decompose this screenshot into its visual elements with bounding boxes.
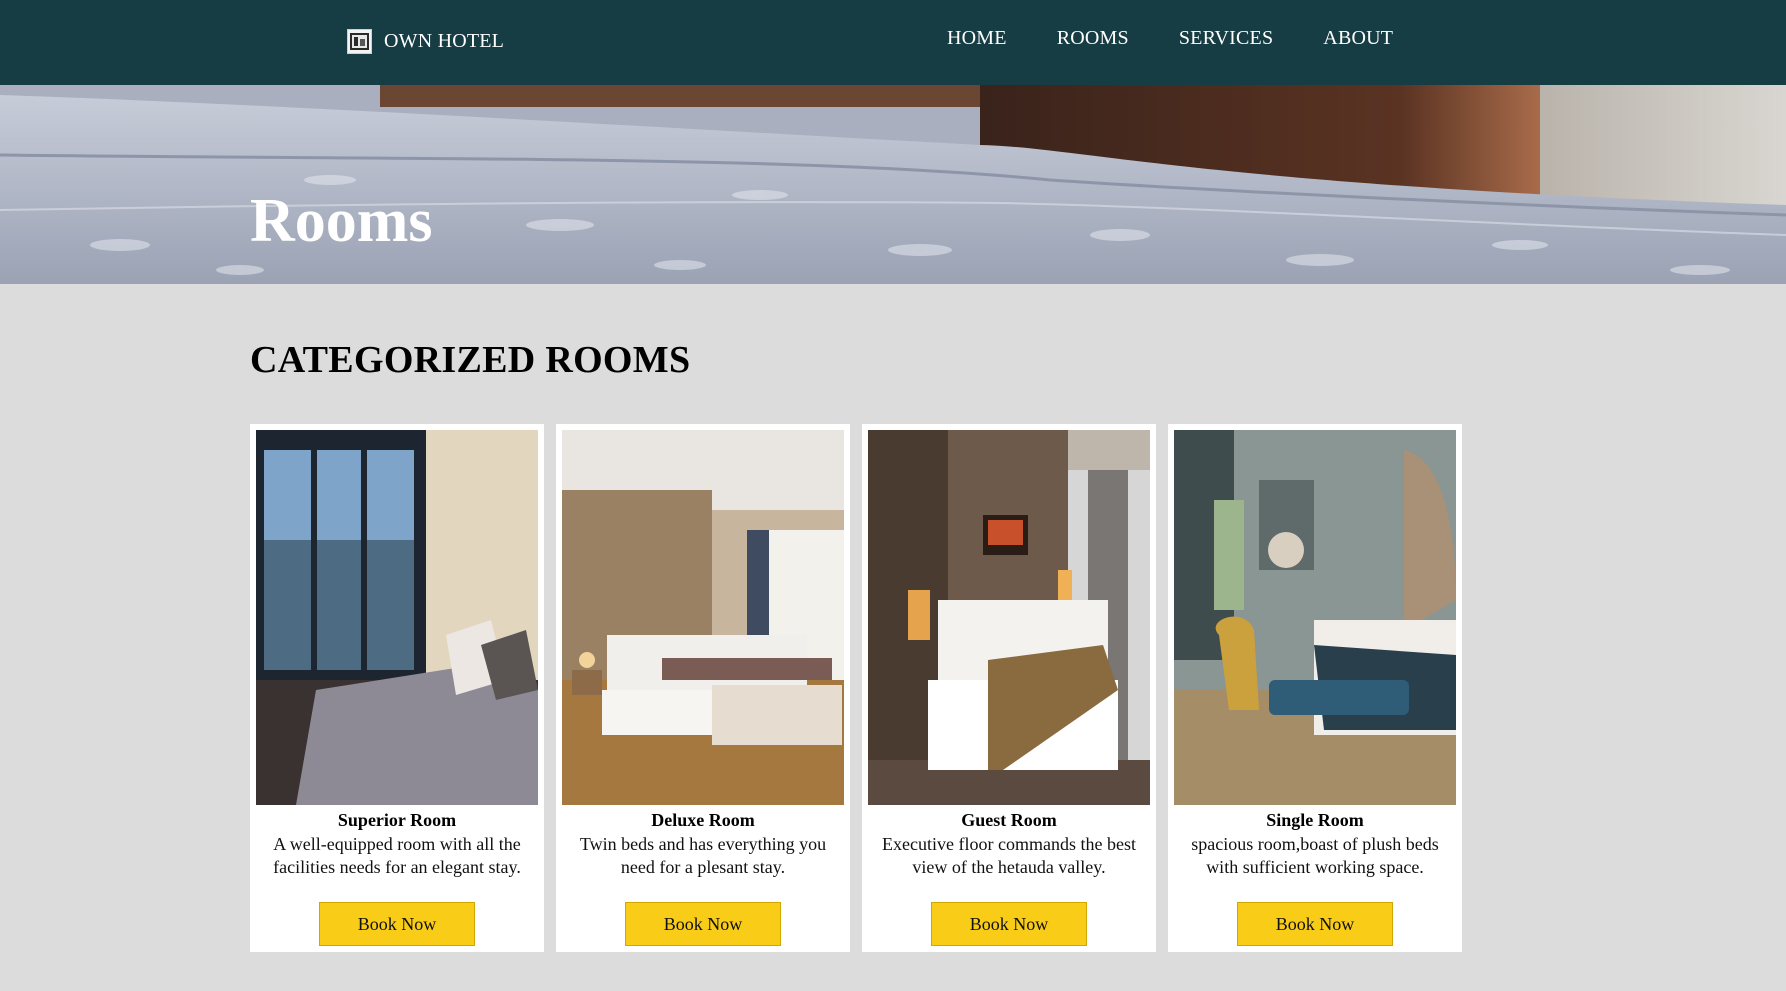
brand-name: OWN HOTEL (384, 29, 505, 52)
room-description: spacious room,boast of plush beds with s… (1191, 834, 1439, 877)
room-title: Guest Room (961, 810, 1057, 830)
room-description: A well-equipped room with all the facili… (273, 834, 521, 877)
hotel-logo-icon (347, 28, 372, 54)
book-now-button[interactable]: Book Now (931, 902, 1087, 946)
room-image (868, 430, 1150, 805)
room-title: Deluxe Room (651, 810, 755, 830)
room-title: Superior Room (337, 810, 457, 830)
room-description: Twin beds and has everything you need fo… (579, 834, 827, 877)
brand[interactable]: OWN HOTEL (347, 28, 504, 54)
hero-banner: Rooms (0, 85, 1786, 284)
room-card-guest: Guest Room Executive floor commands the … (862, 424, 1156, 952)
top-navbar: OWN HOTEL HOME ROOMS SERVICES ABOUT (0, 0, 1786, 85)
room-title: Single Room (1266, 810, 1364, 830)
nav-home-link[interactable]: HOME (947, 27, 1007, 50)
room-image (562, 430, 844, 805)
book-now-button[interactable]: Book Now (625, 902, 781, 946)
room-card-single: Single Room spacious room,boast of plush… (1168, 424, 1462, 952)
hero-title: Rooms (250, 187, 433, 255)
room-cards: Superior Room A well-equipped room with … (250, 424, 1462, 952)
nav-links: HOME ROOMS SERVICES ABOUT (947, 27, 1393, 50)
book-now-button[interactable]: Book Now (319, 902, 475, 946)
nav-rooms-link[interactable]: ROOMS (1057, 27, 1129, 50)
room-image (256, 430, 538, 805)
section-title: CATEGORIZED ROOMS (250, 339, 691, 381)
room-description: Executive floor commands the best view o… (882, 834, 1136, 877)
book-now-button[interactable]: Book Now (1237, 902, 1393, 946)
room-card-deluxe: Deluxe Room Twin beds and has everything… (556, 424, 850, 952)
nav-about-link[interactable]: ABOUT (1323, 27, 1393, 50)
room-card-superior: Superior Room A well-equipped room with … (250, 424, 544, 952)
nav-services-link[interactable]: SERVICES (1179, 27, 1273, 50)
room-image (1174, 430, 1456, 805)
